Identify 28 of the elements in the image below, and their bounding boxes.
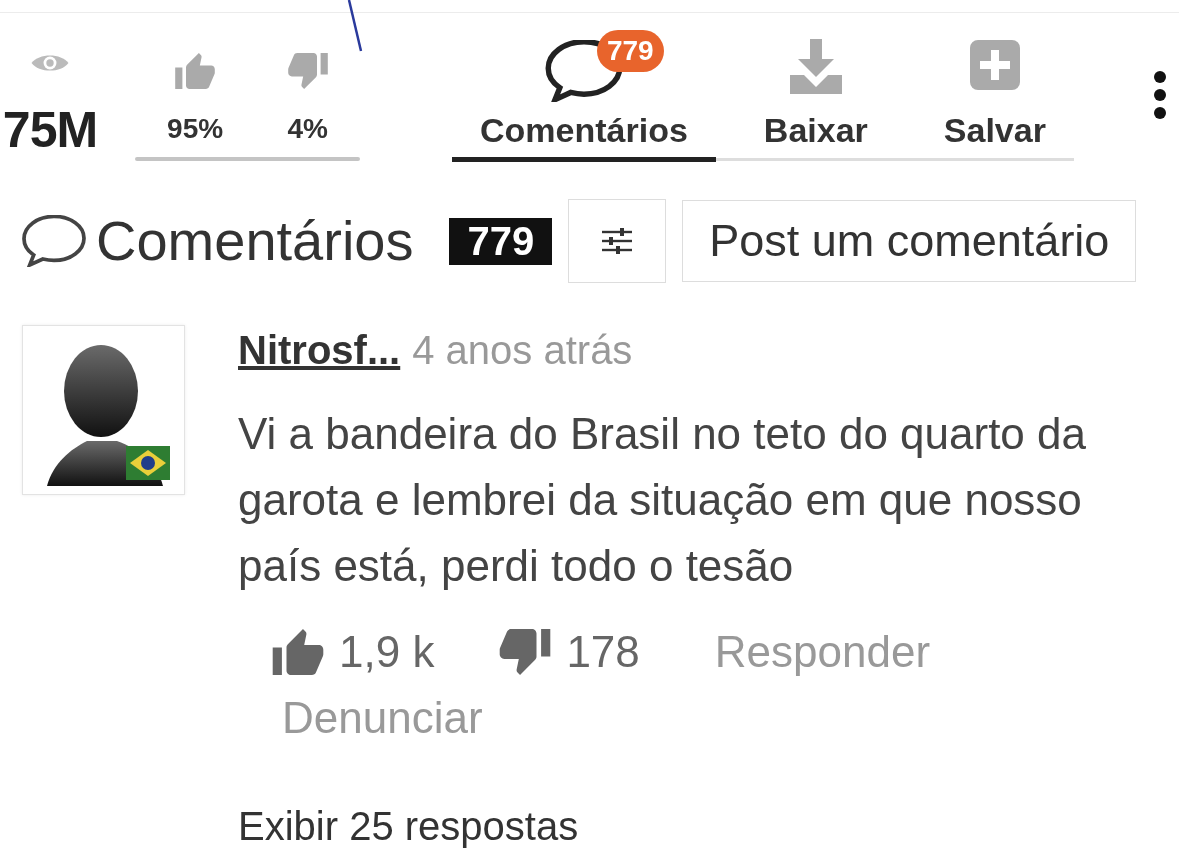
view-count: 75M: [2, 105, 98, 155]
tab[interactable]: Salvar: [915, 25, 1074, 162]
dislike-percentage: 4%: [287, 115, 328, 143]
thumbs-up-icon[interactable]: [272, 629, 324, 675]
username-link[interactable]: Nitrosf...: [238, 328, 401, 373]
pen-stroke: [345, 0, 365, 52]
speech-bubble-icon: [22, 215, 86, 267]
tab[interactable]: 779 Comentários: [452, 25, 716, 162]
filter-button[interactable]: [568, 199, 667, 283]
show-replies-link[interactable]: Exibir 25 respostas: [238, 803, 579, 849]
thumbs-down-icon[interactable]: [287, 53, 328, 89]
count-badge: 779: [596, 29, 664, 72]
download-icon: [789, 38, 842, 94]
more-menu-icon[interactable]: [1153, 70, 1167, 120]
section-title: Comentários: [96, 213, 414, 269]
like-percentage: 95%: [167, 115, 224, 143]
thumbs-down-icon[interactable]: [499, 629, 552, 675]
timestamp: 4 anos atrás: [412, 327, 633, 374]
flag-icon: [126, 446, 170, 480]
plus-square-icon: [969, 39, 1020, 90]
dislike-count: 178: [566, 626, 640, 678]
comment-count: 779: [449, 217, 553, 265]
sliders-icon: [602, 228, 633, 254]
tab[interactable]: Baixar: [735, 25, 896, 162]
thumbs-up-icon[interactable]: [175, 53, 216, 89]
post-comment-button[interactable]: Post um comentário: [682, 200, 1137, 282]
comment-text: Vi a bandeira do Brasil no teto do quarto da garota e lembrei da situação em que nosso país está, perdi todo o tesão: [238, 408, 1087, 592]
like-count: 1,9 k: [339, 626, 435, 678]
